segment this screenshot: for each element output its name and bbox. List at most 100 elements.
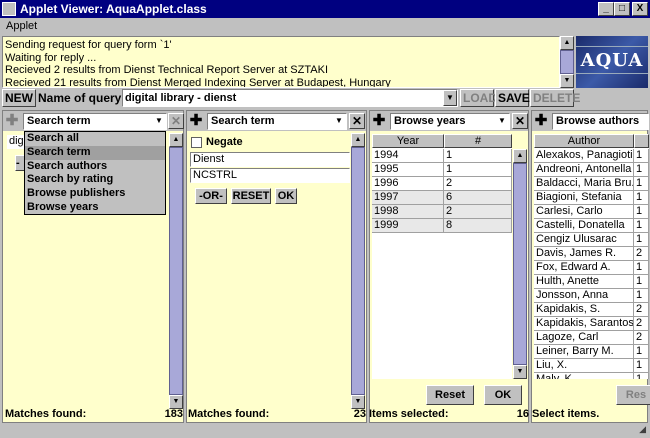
scroll-down-icon[interactable]: ▼ [351,395,365,409]
table-row[interactable]: Biagioni, Stefania 1 [534,191,649,205]
panel-scrollbar[interactable]: ▲ ▼ [351,133,365,409]
close-icon[interactable]: ✕ [349,113,365,129]
term-field[interactable]: NCSTRL [190,168,350,183]
save-button[interactable]: SAVE [495,89,530,107]
resize-grip-icon[interactable]: ◢ [628,424,646,436]
table-row[interactable]: Cengiz Ulusarac 1 [534,233,649,247]
column-header-year[interactable]: Year [372,134,444,148]
query-name-field[interactable]: digital library - dienst ▼ [122,89,458,107]
close-icon[interactable]: ✕ [168,113,184,129]
scroll-thumb[interactable] [513,163,527,365]
table-row[interactable]: Davis, James R. 2 [534,247,649,261]
status-label: Select items. [532,408,600,420]
menu-applet[interactable]: Applet [6,20,37,32]
dropdown-option[interactable]: Search authors [25,160,165,174]
table-row-selected[interactable]: 1998 2 [372,205,512,219]
scroll-up-icon[interactable]: ▲ [513,149,527,163]
scroll-down-icon[interactable]: ▼ [513,365,527,379]
scroll-up-icon[interactable]: ▲ [560,36,574,50]
cell-author: Leiner, Barry M. [534,345,634,359]
title-bar: Applet Viewer: AquaApplet.class _ □ X [0,0,650,18]
panel-type-select[interactable]: Browse authors [552,113,649,130]
panel-type-select[interactable]: Search term ▼ [207,113,347,130]
table-row[interactable]: Andreoni, Antonella 1 [534,163,649,177]
dropdown-option-selected[interactable]: Search term [25,145,165,160]
table-row[interactable]: Carlesi, Carlo 1 [534,205,649,219]
plus-icon[interactable]: ✚ [189,113,203,128]
scroll-thumb[interactable] [351,147,365,395]
panel-type-select[interactable]: Search term ▼ [23,113,167,130]
plus-icon[interactable]: ✚ [372,113,386,128]
table-row[interactable]: Lagoze, Carl 2 [534,331,649,345]
select-value: Search term [27,115,91,127]
or-button[interactable]: -OR- [195,188,227,204]
cell-author: Maly, K. [534,373,634,379]
search-type-dropdown-list[interactable]: Search all Search term Search authors Se… [24,131,166,215]
reset-button[interactable]: RESET [231,188,271,204]
plus-icon[interactable]: ✚ [5,113,19,128]
dropdown-option[interactable]: Search all [25,132,165,146]
panel-type-select[interactable]: Browse years ▼ [390,113,510,130]
chevron-down-icon[interactable]: ▼ [443,90,457,106]
table-row[interactable]: 1994 1 [372,149,512,163]
maximize-button[interactable]: □ [614,2,630,16]
scroll-down-icon[interactable]: ▼ [560,74,574,88]
minimize-button[interactable]: _ [598,2,614,16]
negate-checkbox[interactable] [191,137,202,148]
menu-bar: Applet [0,18,650,34]
select-value: Browse authors [556,115,640,127]
close-button[interactable]: X [632,2,648,16]
scroll-up-icon[interactable]: ▲ [351,133,365,147]
table-row[interactable]: 1996 2 [372,177,512,191]
cell-author: Biagioni, Stefania [534,191,634,205]
scroll-thumb[interactable] [560,50,574,74]
table-row[interactable]: Baldacci, Maria Bru... 1 [534,177,649,191]
chevron-down-icon[interactable]: ▼ [495,114,509,130]
table-row[interactable]: Alexakos, Panagiotis 1 [534,149,649,163]
table-row[interactable]: Fox, Edward A. 1 [534,261,649,275]
column-header-count[interactable] [634,134,649,148]
ok-button[interactable]: OK [275,188,297,204]
log-line: Waiting for reply ... [5,51,97,64]
scroll-thumb[interactable] [169,147,183,395]
table-row[interactable]: Leiner, Barry M. 1 [534,345,649,359]
term-field[interactable]: Dienst [190,152,350,167]
cell-count: 1 [634,359,649,373]
close-icon[interactable]: ✕ [512,113,528,129]
delete-button[interactable]: DELETE [530,89,580,107]
scroll-up-icon[interactable]: ▲ [169,133,183,147]
dropdown-option[interactable]: Search by rating [25,173,165,187]
table-row[interactable]: Maly, K. 1 [534,373,649,379]
cell-count: 6 [444,191,512,205]
table-row[interactable]: Liu, X. 1 [534,359,649,373]
table-row[interactable]: Castelli, Donatella 1 [534,219,649,233]
cell-count: 1 [634,163,649,177]
cell-year: 1996 [372,177,444,191]
cell-count: 1 [634,219,649,233]
dropdown-option[interactable]: Browse publishers [25,187,165,201]
column-header-author[interactable]: Author [534,134,634,148]
plus-icon[interactable]: ✚ [534,113,548,128]
chevron-down-icon[interactable]: ▼ [332,114,346,130]
panel-browse-authors: ✚ Browse authors Author Alexakos, Panagi… [531,110,650,423]
table-row-selected[interactable]: 1999 8 [372,219,512,233]
panel-scrollbar[interactable]: ▲ ▼ [169,133,183,409]
table-row-selected[interactable]: 1997 6 [372,191,512,205]
reset-button[interactable]: Reset [426,385,474,405]
table-row[interactable]: Kapidakis, S. 2 [534,303,649,317]
table-row[interactable]: Hulth, Anette 1 [534,275,649,289]
query-name-value: digital library - dienst [125,92,237,104]
table-row[interactable]: Kapidakis, Sarantos 2 [534,317,649,331]
reset-button[interactable]: Res [616,385,650,405]
chevron-down-icon[interactable]: ▼ [152,114,166,130]
ok-button[interactable]: OK [484,385,522,405]
load-button[interactable]: LOAD [460,89,497,107]
scroll-down-icon[interactable]: ▼ [169,395,183,409]
table-row[interactable]: 1995 1 [372,163,512,177]
table-scrollbar[interactable]: ▲ ▼ [513,149,527,379]
dropdown-option[interactable]: Browse years [25,201,165,215]
new-query-button[interactable]: NEW [2,89,36,107]
column-header-count[interactable]: # [444,134,512,148]
table-row[interactable]: Jonsson, Anna 1 [534,289,649,303]
log-scrollbar[interactable]: ▲ ▼ [560,36,574,88]
